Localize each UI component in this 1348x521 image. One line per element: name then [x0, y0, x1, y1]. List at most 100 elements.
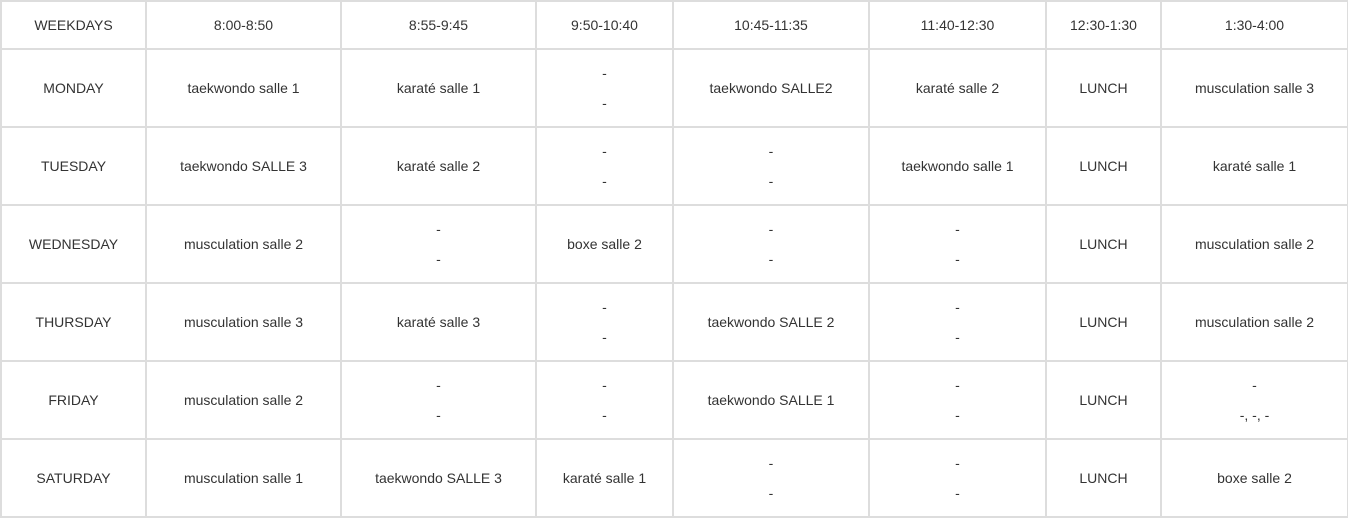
- schedule-cell-text: musculation salle 3: [183, 314, 304, 330]
- schedule-cell-text: -: [955, 485, 960, 501]
- schedule-cell-text: boxe salle 2: [567, 236, 642, 252]
- header-cell-slot-7: 1:30-4:00: [1160, 0, 1348, 50]
- schedule-cell: taekwondo salle 1: [868, 126, 1047, 206]
- schedule-cell-text: LUNCH: [1079, 392, 1128, 408]
- schedule-cell: --: [672, 204, 870, 284]
- header-cell-slot-3: 9:50-10:40: [535, 0, 674, 50]
- schedule-cell-text: -: [602, 95, 607, 111]
- schedule-cell: karaté salle 1: [535, 438, 674, 518]
- table-row: MONDAY taekwondo salle 1 karaté salle 1--t…: [0, 48, 1348, 128]
- schedule-cell-text: -: [602, 173, 607, 189]
- schedule-cell: --: [340, 204, 537, 284]
- schedule-cell-text: karaté salle 1: [562, 470, 647, 486]
- schedule-cell-text: -: [602, 65, 607, 81]
- schedule-cell: karaté salle 1: [340, 48, 537, 128]
- schedule-cell-text: taekwondo SALLE 3: [180, 158, 307, 174]
- schedule-cell-text: -: [955, 329, 960, 345]
- table-row: TUESDAY taekwondo SALLE 3 karaté salle 2--…: [0, 126, 1348, 206]
- schedule-cell-text: -: [602, 329, 607, 345]
- schedule-cell-text: LUNCH: [1079, 314, 1128, 330]
- schedule-cell: LUNCH: [1045, 204, 1162, 284]
- schedule-cell: - -, -, -: [1160, 360, 1348, 440]
- schedule-cell-text: musculation salle 2: [183, 392, 304, 408]
- schedule-cell: taekwondo SALLE 3: [340, 438, 537, 518]
- schedule-cell-text: LUNCH: [1079, 470, 1128, 486]
- weekday-cell: MONDAY: [0, 48, 147, 128]
- schedule-cell-text: karaté salle 1: [1212, 158, 1297, 174]
- schedule-cell-text: -: [436, 377, 441, 393]
- schedule-cell-text: -: [436, 251, 441, 267]
- schedule-cell-text: -: [955, 377, 960, 393]
- schedule-cell: --: [868, 282, 1047, 362]
- schedule-cell-text: -: [955, 299, 960, 315]
- schedule-cell-text: -: [436, 221, 441, 237]
- schedule-cell-text: -: [602, 377, 607, 393]
- schedule-cell: karaté salle 3: [340, 282, 537, 362]
- header-row: WEEKDAYS 8:00-8:50 8:55-9:45 9:50-10:40 …: [0, 0, 1348, 50]
- schedule-cell-text: -: [602, 407, 607, 423]
- schedule-cell: musculation salle 1: [145, 438, 342, 518]
- schedule-header: WEEKDAYS 8:00-8:50 8:55-9:45 9:50-10:40 …: [0, 0, 1348, 50]
- schedule-cell-text: taekwondo salle 1: [901, 158, 1014, 174]
- schedule-cell: LUNCH: [1045, 126, 1162, 206]
- schedule-cell-text: karaté salle 1: [396, 80, 481, 96]
- schedule-cell-text: taekwondo SALLE2: [709, 80, 833, 96]
- schedule-cell: LUNCH: [1045, 48, 1162, 128]
- schedule-cell-text: -: [1252, 377, 1257, 393]
- weekly-schedule-table: WEEKDAYS 8:00-8:50 8:55-9:45 9:50-10:40 …: [0, 0, 1348, 518]
- header-cell-weekdays: WEEKDAYS: [0, 0, 147, 50]
- schedule-cell: musculation salle 2: [1160, 204, 1348, 284]
- schedule-cell-text: -: [768, 173, 774, 189]
- schedule-cell: taekwondo SALLE 2: [672, 282, 870, 362]
- header-cell-slot-5: 11:40-12:30: [868, 0, 1047, 50]
- schedule-cell: musculation salle 2: [145, 360, 342, 440]
- schedule-cell-text: LUNCH: [1079, 80, 1128, 96]
- schedule-cell-text: taekwondo salle 1: [187, 80, 300, 96]
- schedule-cell: --: [535, 48, 674, 128]
- schedule-cell-text: boxe salle 2: [1217, 470, 1292, 486]
- schedule-cell: --: [672, 126, 870, 206]
- schedule-cell-text: musculation salle 2: [1194, 236, 1315, 252]
- schedule-cell-text: -: [768, 221, 774, 237]
- schedule-cell: boxe salle 2: [1160, 438, 1348, 518]
- schedule-cell: musculation salle 2: [1160, 282, 1348, 362]
- schedule-cell: musculation salle 2: [145, 204, 342, 284]
- schedule-cell: boxe salle 2: [535, 204, 674, 284]
- schedule-cell-text: -: [955, 407, 960, 423]
- schedule-cell: taekwondo SALLE 1: [672, 360, 870, 440]
- schedule-cell: --: [535, 360, 674, 440]
- schedule-cell-text: -: [768, 455, 774, 471]
- weekday-cell: TUESDAY: [0, 126, 147, 206]
- header-cell-slot-2: 8:55-9:45: [340, 0, 537, 50]
- schedule-cell-text: LUNCH: [1079, 158, 1128, 174]
- schedule-cell: karaté salle 2: [868, 48, 1047, 128]
- table-row: WEDNESDAY musculation salle 2- - boxe salle…: [0, 204, 1348, 284]
- schedule-cell-text: -: [955, 221, 960, 237]
- schedule-cell: LUNCH: [1045, 282, 1162, 362]
- schedule-cell-text: karaté salle 2: [396, 158, 481, 174]
- schedule-cell-text: musculation salle 3: [1194, 80, 1315, 96]
- schedule-cell: --: [868, 360, 1047, 440]
- schedule-cell: --: [672, 438, 870, 518]
- schedule-cell: LUNCH: [1045, 438, 1162, 518]
- schedule-cell-text: taekwondo SALLE 3: [375, 470, 502, 486]
- schedule-cell-text: musculation salle 1: [183, 470, 304, 486]
- schedule-cell: --: [535, 126, 674, 206]
- table-row: THURSDAY musculation salle 3 karaté salle …: [0, 282, 1348, 362]
- header-cell-slot-4: 10:45-11:35: [672, 0, 870, 50]
- schedule-cell-text: LUNCH: [1079, 236, 1128, 252]
- schedule-cell-text: -: [602, 143, 607, 159]
- schedule-cell: musculation salle 3: [1160, 48, 1348, 128]
- schedule-cell: --: [868, 438, 1047, 518]
- table-row: FRIDAY musculation salle 2- - - - taekwondo S…: [0, 360, 1348, 440]
- header-cell-lunch-slot: 12:30-1:30: [1045, 0, 1162, 50]
- schedule-cell-text: karaté salle 2: [915, 80, 1000, 96]
- schedule-cell: taekwondo SALLE2: [672, 48, 870, 128]
- schedule-cell: taekwondo salle 1: [145, 48, 342, 128]
- table-row: SATURDAY musculation salle 1 taekwondo SAL…: [0, 438, 1348, 518]
- schedule-cell-text: -: [768, 485, 774, 501]
- weekday-cell: THURSDAY: [0, 282, 147, 362]
- weekday-cell: FRIDAY: [0, 360, 147, 440]
- schedule-cell: LUNCH: [1045, 360, 1162, 440]
- schedule-cell-text: -: [436, 407, 441, 423]
